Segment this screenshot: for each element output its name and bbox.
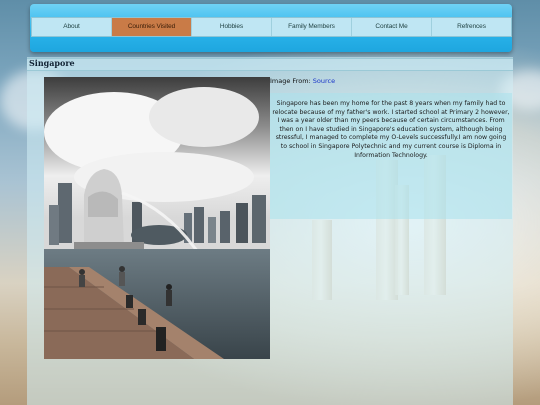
nav-family-members[interactable]: Family Members bbox=[272, 18, 352, 36]
nav-about[interactable]: About bbox=[32, 18, 112, 36]
singapore-merlion-photo bbox=[44, 77, 270, 359]
title-bar bbox=[27, 58, 513, 71]
merlion-photo-illustration bbox=[44, 77, 270, 359]
nav-references[interactable]: Refrences bbox=[432, 18, 511, 36]
caption-prefix: Image From: bbox=[270, 77, 311, 85]
nav-hobbies[interactable]: Hobbies bbox=[192, 18, 272, 36]
image-caption: Image From: Source bbox=[270, 77, 335, 85]
source-link[interactable]: Source bbox=[313, 77, 335, 85]
nav-contact-me[interactable]: Contact Me bbox=[352, 18, 432, 36]
page-title: Singapore bbox=[29, 58, 75, 68]
main-nav: About Countries Visited Hobbies Family M… bbox=[31, 17, 512, 37]
description-text: Singapore has been my home for the past … bbox=[272, 100, 510, 159]
nav-countries-visited[interactable]: Countries Visited bbox=[112, 18, 192, 36]
